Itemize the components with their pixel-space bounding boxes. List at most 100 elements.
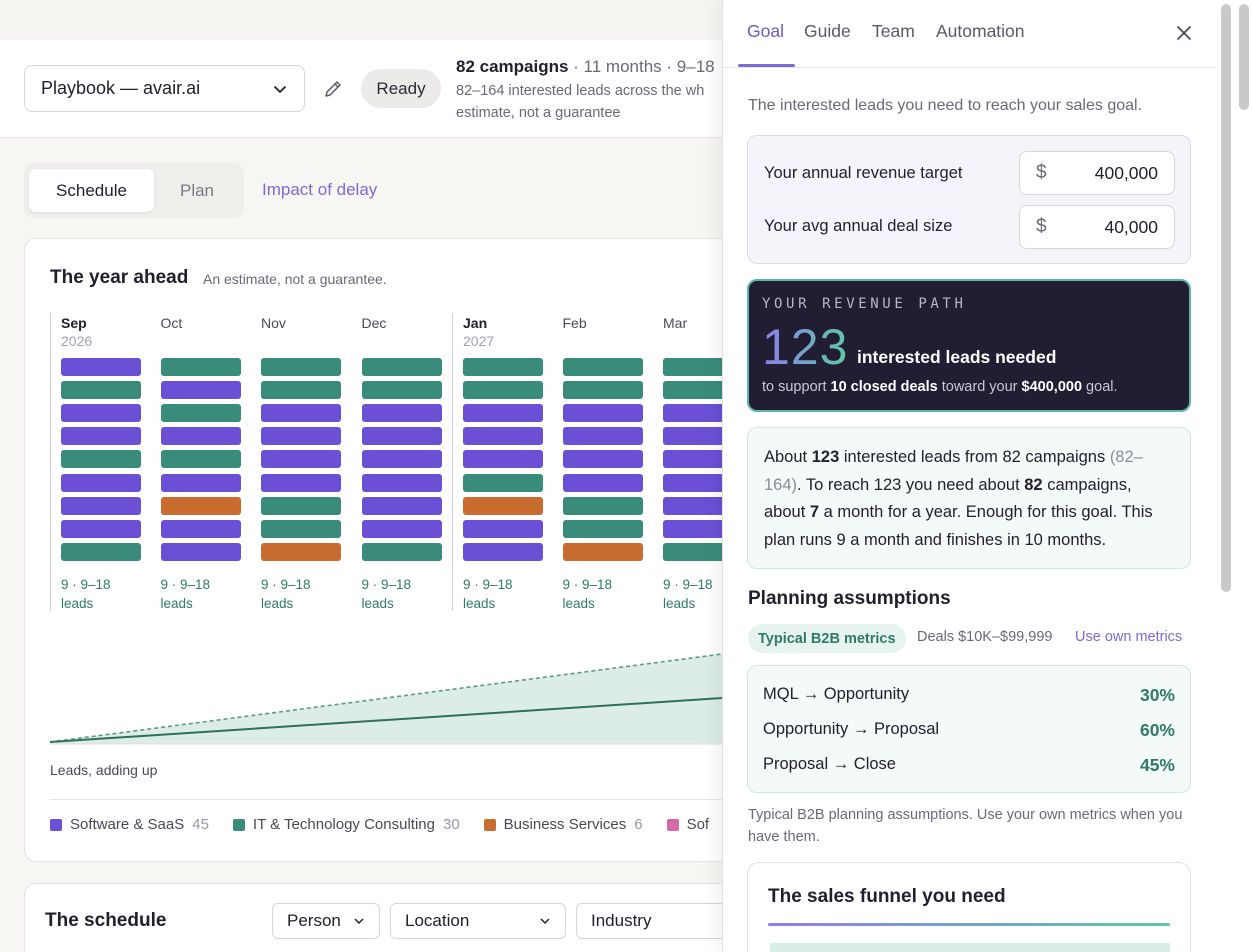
campaign-block[interactable]	[361, 542, 442, 561]
campaign-block[interactable]	[61, 358, 141, 376]
campaign-block[interactable]	[562, 358, 643, 376]
campaign-block[interactable]	[61, 473, 141, 492]
campaign-block[interactable]	[361, 496, 442, 515]
person-filter[interactable]: Person	[272, 903, 380, 939]
legend-item: Sof	[666, 816, 709, 833]
campaign-block[interactable]	[361, 427, 442, 446]
campaign-block[interactable]	[463, 450, 543, 469]
campaign-block[interactable]	[463, 519, 543, 538]
campaign-block[interactable]	[61, 450, 141, 469]
campaign-block[interactable]	[160, 404, 241, 423]
view-toggle: Schedule Plan	[24, 163, 244, 218]
use-own-metrics-link[interactable]: Use own metrics	[1075, 629, 1182, 645]
legend-swatch	[666, 818, 679, 831]
tab-schedule[interactable]: Schedule	[29, 169, 154, 212]
tab-team[interactable]: Team	[872, 21, 915, 42]
legend-swatch	[50, 818, 62, 831]
pencil-icon[interactable]	[322, 78, 344, 100]
tab-plan[interactable]: Plan	[162, 169, 232, 212]
currency-symbol: $	[1036, 216, 1047, 237]
month-column: Sep 2026 9 · 9–18 leads	[50, 313, 150, 611]
impact-of-delay-link[interactable]: Impact of delay	[262, 180, 377, 200]
divider	[50, 799, 730, 800]
revenue-path-subtext: to support 10 closed deals toward your $…	[762, 379, 1118, 395]
campaign-block[interactable]	[160, 381, 241, 400]
campaign-block[interactable]	[160, 473, 241, 492]
campaign-block[interactable]	[562, 450, 643, 469]
campaign-block[interactable]	[463, 404, 543, 423]
campaign-block[interactable]	[562, 542, 643, 561]
panel-scrollbar-thumb[interactable]	[1221, 4, 1231, 592]
month-leads-range: 9 · 9–18	[160, 577, 211, 592]
chevron-down-icon	[540, 918, 550, 925]
campaign-block[interactable]	[463, 473, 543, 492]
campaign-block[interactable]	[261, 404, 341, 423]
tab-automation[interactable]: Automation	[936, 21, 1025, 42]
campaign-block[interactable]	[361, 358, 442, 376]
campaign-block[interactable]	[261, 358, 341, 376]
text: interested leads from 82 campaigns	[839, 448, 1110, 466]
tab-guide[interactable]: Guide	[804, 21, 851, 42]
campaign-block[interactable]	[261, 381, 341, 400]
campaign-block[interactable]	[562, 519, 643, 538]
campaign-block[interactable]	[160, 450, 241, 469]
location-filter[interactable]: Location	[390, 903, 566, 939]
campaign-block[interactable]	[261, 427, 341, 446]
campaign-block[interactable]	[562, 427, 643, 446]
close-icon[interactable]	[1175, 24, 1193, 42]
month-column: Nov 9 · 9–18 leads	[251, 313, 351, 611]
campaign-block[interactable]	[61, 519, 141, 538]
campaign-block[interactable]	[160, 519, 241, 538]
playbook-select-label: Playbook — avair.ai	[41, 78, 201, 98]
sales-funnel-title: The sales funnel you need	[768, 886, 1006, 907]
campaign-block[interactable]	[562, 473, 643, 492]
campaign-block[interactable]	[261, 450, 341, 469]
goal-intro: The interested leads you need to reach y…	[748, 97, 1143, 114]
playbook-select[interactable]: Playbook — avair.ai	[24, 65, 305, 112]
campaign-block[interactable]	[463, 542, 543, 561]
deal-size-input[interactable]: $ 40,000	[1019, 205, 1175, 249]
campaign-block[interactable]	[261, 496, 341, 515]
campaign-block[interactable]	[562, 496, 643, 515]
industry-legend: Software & SaaS 45 IT & Technology Consult…	[50, 816, 733, 833]
revenue-target-input[interactable]: $ 400,000	[1019, 151, 1175, 195]
month-name: Oct	[160, 315, 183, 331]
campaign-block[interactable]	[361, 519, 442, 538]
revenue-target-label: Your annual revenue target	[764, 164, 963, 182]
campaign-block[interactable]	[361, 404, 442, 423]
campaign-block[interactable]	[562, 404, 643, 423]
campaign-block[interactable]	[562, 381, 643, 400]
campaign-block[interactable]	[361, 381, 442, 400]
campaign-block[interactable]	[463, 358, 543, 376]
rate-value: 30%	[1139, 685, 1175, 705]
campaign-block[interactable]	[361, 473, 442, 492]
legend-count: 30	[442, 816, 460, 833]
text: toward your	[937, 379, 1022, 395]
campaign-block[interactable]	[160, 542, 241, 561]
campaign-block[interactable]	[261, 473, 341, 492]
campaigns-subtext: 82–164 interested leads across the wh es…	[456, 83, 705, 121]
campaign-block[interactable]	[463, 381, 543, 400]
campaign-block[interactable]	[61, 542, 141, 561]
month-leads-summary: 9 · 9–18 leads	[663, 575, 713, 613]
campaign-block[interactable]	[160, 496, 241, 515]
campaign-block[interactable]	[463, 427, 543, 446]
page-scrollbar-thumb[interactable]	[1239, 4, 1249, 110]
campaign-block[interactable]	[463, 496, 543, 515]
campaign-block[interactable]	[61, 404, 141, 423]
campaign-block[interactable]	[261, 542, 341, 561]
month-column: Oct 9 · 9–18 leads	[151, 313, 251, 611]
campaign-block[interactable]	[61, 496, 141, 515]
tab-goal[interactable]: Goal	[747, 21, 784, 42]
campaign-block[interactable]	[61, 427, 141, 446]
campaign-block[interactable]	[361, 450, 442, 469]
campaign-block[interactable]	[61, 381, 141, 400]
page-scrollbar[interactable]	[1236, 0, 1252, 952]
month-year: 2027	[463, 333, 495, 349]
campaign-block[interactable]	[160, 427, 241, 446]
chart-caption: Leads, adding up	[50, 762, 158, 778]
campaign-block[interactable]	[261, 519, 341, 538]
month-leads-unit: leads	[160, 596, 193, 611]
campaign-block[interactable]	[160, 358, 241, 376]
legend-label: IT & Technology Consulting	[252, 816, 435, 833]
